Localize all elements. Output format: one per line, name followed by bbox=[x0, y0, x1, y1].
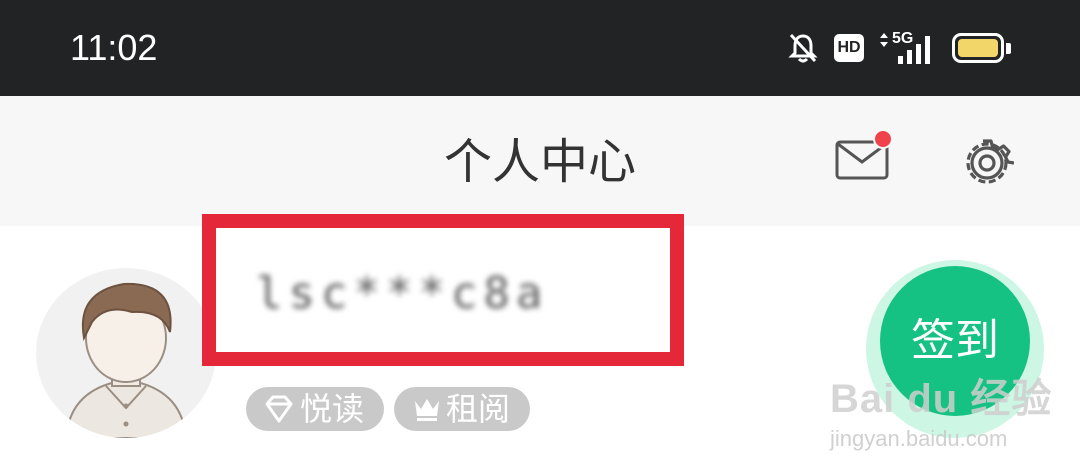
username: lsc***c8a bbox=[256, 268, 549, 319]
page-title: 个人中心 bbox=[443, 134, 636, 190]
battery-level bbox=[958, 39, 998, 57]
hd-icon: HD bbox=[834, 34, 864, 62]
watermark-brand: Bai du 经验 bbox=[830, 377, 1053, 421]
battery-icon bbox=[952, 33, 1004, 63]
gear-icon[interactable] bbox=[960, 136, 1014, 190]
notification-dot bbox=[873, 129, 893, 149]
rental-badge-label: 租阅 bbox=[446, 390, 511, 428]
signal-icon: 5G bbox=[876, 30, 936, 66]
bell-off-icon bbox=[788, 33, 818, 63]
watermark-url: jingyan.baidu.com bbox=[830, 426, 1008, 451]
status-time: 11:02 bbox=[70, 27, 158, 68]
diamond-icon bbox=[265, 395, 293, 423]
crown-icon bbox=[415, 399, 439, 421]
rental-badge[interactable]: 租阅 bbox=[394, 387, 530, 431]
reading-badge[interactable]: 悦读 bbox=[246, 387, 384, 431]
status-bar: 11:02 HD 5G bbox=[0, 0, 1080, 96]
avatar-icon bbox=[64, 282, 188, 438]
page-header: 个人中心 bbox=[0, 96, 1080, 226]
avatar[interactable] bbox=[36, 268, 216, 438]
network-type: 5G bbox=[892, 30, 914, 47]
reading-badge-label: 悦读 bbox=[300, 390, 365, 428]
battery-tip bbox=[1006, 43, 1011, 54]
watermark: Bai du 经验 jingyan.baidu.com bbox=[830, 366, 1070, 471]
username-highlight-box: lsc***c8a bbox=[202, 214, 684, 366]
